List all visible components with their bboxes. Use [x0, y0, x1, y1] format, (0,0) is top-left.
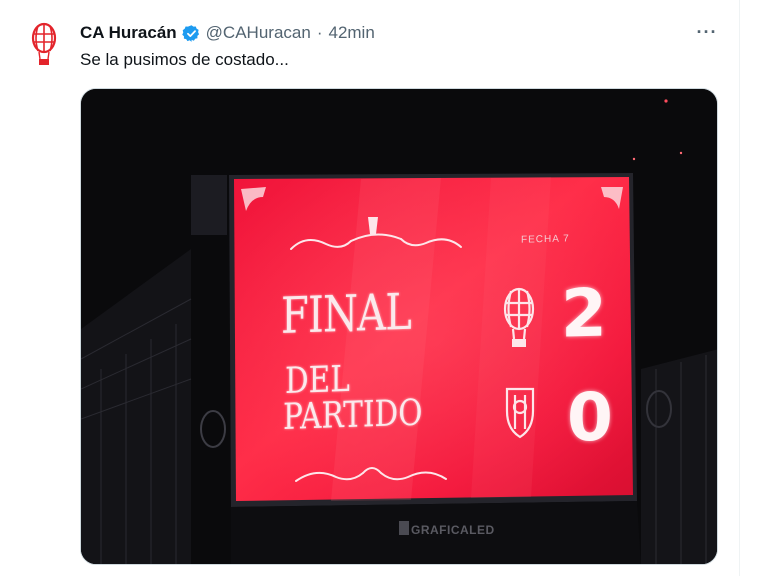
display-name[interactable]: CA Huracán	[80, 23, 177, 43]
column-divider	[739, 0, 740, 576]
tweet-header: CA Huracán @CAHuracan · 42min	[80, 22, 375, 44]
home-score: 2	[561, 274, 607, 353]
huracan-balloon-crest-icon[interactable]	[22, 20, 66, 68]
final-title-line1: FINAL	[281, 282, 412, 345]
tweet-media-photo[interactable]: FECHA 7 FINAL DEL PARTIDO 2 0 GRAFICALED	[80, 88, 718, 565]
verified-badge-icon	[181, 24, 201, 43]
away-score: 0	[567, 378, 613, 457]
tweet-text: Se la pusimos de costado...	[80, 50, 289, 69]
sponsor-logo-text: GRAFICALED	[411, 523, 495, 537]
user-handle[interactable]: @CAHuracan	[206, 23, 311, 43]
tweet-card[interactable]: CA Huracán @CAHuracan · 42min ··· Se la …	[0, 0, 768, 576]
separator-dot: ·	[316, 23, 323, 42]
more-options-icon[interactable]: ···	[696, 23, 718, 44]
final-title-line3: PARTIDO	[283, 392, 423, 438]
tweet-timestamp[interactable]: 42min	[328, 23, 374, 43]
round-label: FECHA 7	[521, 233, 570, 246]
